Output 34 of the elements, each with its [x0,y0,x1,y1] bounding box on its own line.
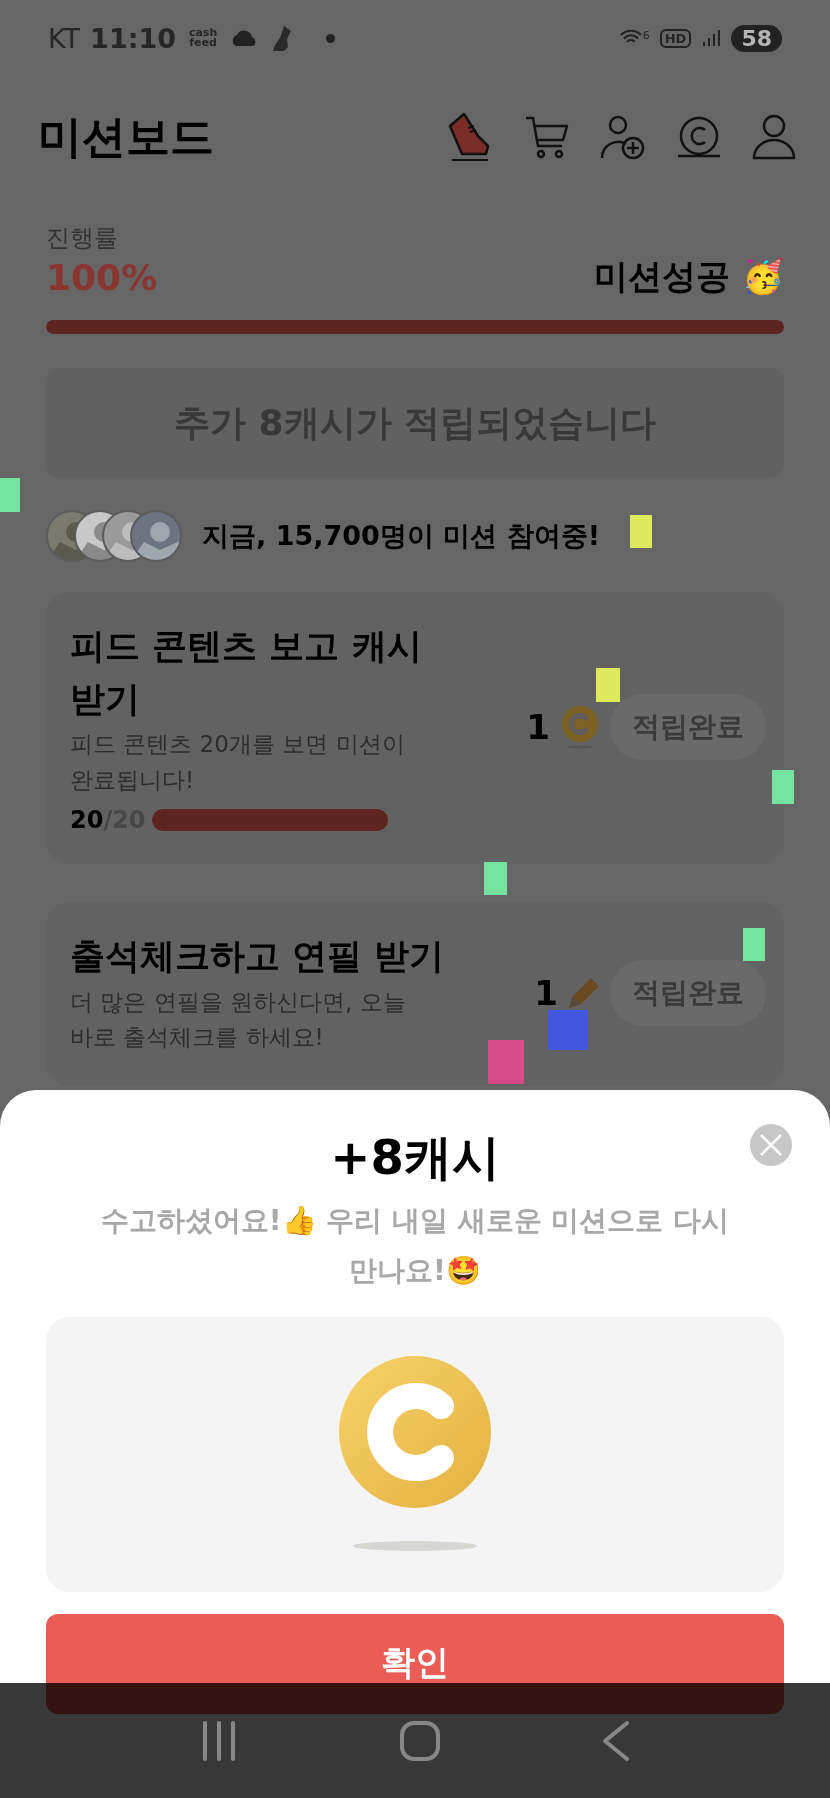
confetti-piece [743,928,765,961]
sheet-message: 수고하셨어요!👍 우리 내일 새로운 미션으로 다시 만나요!🤩 [99,1203,731,1290]
coin-icon[interactable] [676,114,722,160]
sheet-title: +8캐시 [330,1128,500,1187]
mission-title: 피드 콘텐츠 보고 캐시 받기 [70,625,423,721]
reward-amount: 1 [526,707,550,748]
battery-indicator: 58 [731,24,782,52]
page-title: 미션보드 [38,109,214,164]
add-friend-icon[interactable] [600,114,646,160]
confetti-piece [772,770,794,804]
coin-icon [337,1356,493,1553]
home-icon[interactable] [398,1718,442,1763]
confetti-piece [548,1010,588,1050]
coin-icon [560,705,600,750]
mission-status: 미션성공 🥳 [594,255,784,298]
confetti-piece [596,668,620,702]
notification-dot-icon [326,33,336,43]
confetti-piece [484,862,507,895]
signal-icon [701,28,722,48]
carrier-label: KT [48,22,81,54]
close-icon [758,1132,784,1158]
confetti-piece [630,515,652,548]
confetti-piece [0,478,20,512]
participants-text: 지금, 15,700명이 미션 참여중! [202,519,600,553]
back-icon[interactable] [600,1718,631,1763]
profile-icon[interactable] [752,114,796,160]
pencil-icon [568,977,600,1010]
confetti-piece [488,1040,524,1084]
mission-title: 출석체크하고 연필 받기 [70,935,446,979]
hd-voice-icon: HD [659,28,692,48]
status-time: 11:10 [90,22,177,54]
reward-amount: 1 [534,973,558,1014]
app-notification-label: cash feed [187,28,219,48]
cart-icon[interactable] [524,114,570,160]
